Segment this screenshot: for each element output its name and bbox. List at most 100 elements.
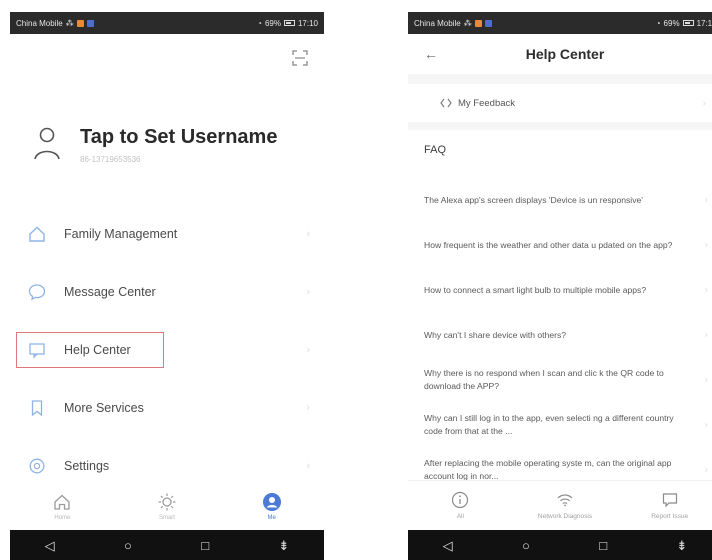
battery-percent: 69% [264,18,281,28]
chat-bubble-icon [662,493,677,508]
signal-icon: ⁂ [65,18,74,28]
home-icon [54,494,70,510]
faq-heading: FAQ [424,144,447,156]
home-circle-icon[interactable]: ○ [522,539,530,552]
clock: 17:10 [297,18,318,28]
button-label: Report Issue [651,513,689,520]
tab-label: Me [267,514,276,521]
menu-item-label: Family Management [64,227,178,241]
tab-home[interactable]: Home [32,492,92,521]
chevron-right-icon: › [306,460,310,472]
menu-item-message-center[interactable]: Message Center › [10,266,324,318]
code-brackets-icon [440,98,452,108]
wifi-icon: ◔ [257,18,262,28]
chevron-right-icon: › [704,194,708,206]
avatar-icon [34,127,60,160]
highlight-box [16,332,164,368]
chevron-right-icon: › [704,374,708,386]
account-number: 86-13719653536 [80,155,141,164]
settings-icon [28,457,46,475]
chevron-right-icon: › [704,329,708,341]
page-title: Help Center [525,46,605,62]
faq-question: Why there is no respond when I scan and … [424,368,664,391]
help-actions-bar: All Network Diagnosis Report Issue [408,480,712,530]
menu-item-label: Settings [64,459,110,473]
help-center-header: ← Help Center [408,34,712,74]
app-notification-icon [474,19,482,27]
battery-icon [283,20,295,26]
home-circle-icon[interactable]: ○ [124,539,132,552]
menu-item-label: Message Center [64,285,156,299]
tab-label: Smart [158,514,175,521]
bottom-tab-bar: Home Smart Me [10,482,324,530]
chevron-right-icon: › [306,344,310,356]
profile-header[interactable]: Tap to Set Username 86-13719653536 [34,122,308,164]
chevron-right-icon: › [704,464,708,476]
menu-list: Family Management › Message Center › Hel… [10,208,324,498]
button-label: All [456,513,464,520]
notification-pull-icon[interactable]: ⇟ [676,539,687,552]
sun-icon [158,493,176,510]
android-nav-bar: ◁ ○ □ ⇟ [10,530,324,560]
my-feedback-row[interactable]: My Feedback › [408,84,712,122]
carrier-label: China Mobile [16,18,63,28]
back-icon[interactable]: ◁ [45,539,55,552]
faq-item[interactable]: How to connect a smart light bulb to mul… [408,270,712,310]
network-diagnosis-button[interactable]: Network Diagnosis [525,491,605,520]
chevron-right-icon: › [306,402,310,414]
faq-question: Why can't I share device with others? [424,329,567,340]
faq-item[interactable]: How frequent is the weather and other da… [408,225,712,265]
chevron-right-icon: › [306,286,310,298]
faq-question: The Alexa app's screen displays 'Device … [424,194,643,205]
faq-question: How frequent is the weather and other da… [424,239,673,250]
battery-icon [682,20,694,26]
carrier-label: China Mobile [414,18,461,28]
faq-item[interactable]: Why there is no respond when I scan and … [408,360,712,400]
scan-icon[interactable] [292,50,308,66]
battery-percent: 69% [663,18,680,28]
user-icon [262,492,281,511]
status-bar: China Mobile ⁂ ◔ 69% 17:10 [10,12,324,34]
faq-question: Why can I still log in to the app, even … [424,413,674,436]
faq-list: The Alexa app's screen displays 'Device … [408,180,712,495]
chevron-right-icon: › [306,228,310,240]
status-bar: China Mobile ⁂ ◔ 69% 17:11 [408,12,712,34]
button-label: Network Diagnosis [537,513,593,520]
wifi-icon: ◔ [655,18,661,28]
clock: 17:11 [696,18,712,28]
app-notification-icon [86,19,94,27]
chevron-right-icon: › [704,239,708,251]
chevron-right-icon: › [704,419,708,431]
help-center-screen: China Mobile ⁂ ◔ 69% 17:11 ← Help Center… [408,12,712,560]
android-nav-bar: ◁ ○ □ ⇟ [408,530,712,560]
info-icon [452,491,469,509]
message-icon [28,283,46,301]
back-arrow-icon[interactable]: ← [424,46,438,62]
notification-pull-icon[interactable]: ⇟ [278,539,289,552]
signal-icon: ⁂ [463,18,472,28]
tab-smart[interactable]: Smart [137,492,197,521]
divider [408,122,712,130]
username-prompt[interactable]: Tap to Set Username [80,126,277,149]
menu-item-help-center[interactable]: Help Center › [10,324,324,376]
recents-icon[interactable]: □ [201,539,209,552]
home-icon [28,225,46,243]
menu-item-family-management[interactable]: Family Management › [10,208,324,260]
chevron-right-icon: › [702,97,706,109]
report-issue-button[interactable]: Report Issue [630,491,710,520]
faq-question: How to connect a smart light bulb to mul… [424,284,647,295]
recents-icon[interactable]: □ [599,539,607,552]
all-button[interactable]: All [420,491,500,520]
menu-item-more-services[interactable]: More Services › [10,382,324,434]
faq-item[interactable]: Why can I still log in to the app, even … [408,405,712,445]
faq-item[interactable]: The Alexa app's screen displays 'Device … [408,180,712,220]
screenshot-stage: China Mobile ⁂ ◔ 69% 17:10 Tap to Set Us… [0,0,712,560]
chevron-right-icon: › [704,284,708,296]
faq-item[interactable]: Why can't I share device with others? › [408,315,712,355]
app-notification-icon [76,19,84,27]
wifi-icon [557,494,573,507]
tab-me[interactable]: Me [242,492,302,521]
back-icon[interactable]: ◁ [443,539,453,552]
tab-label: Home [54,514,71,521]
bookmark-icon [28,399,46,417]
